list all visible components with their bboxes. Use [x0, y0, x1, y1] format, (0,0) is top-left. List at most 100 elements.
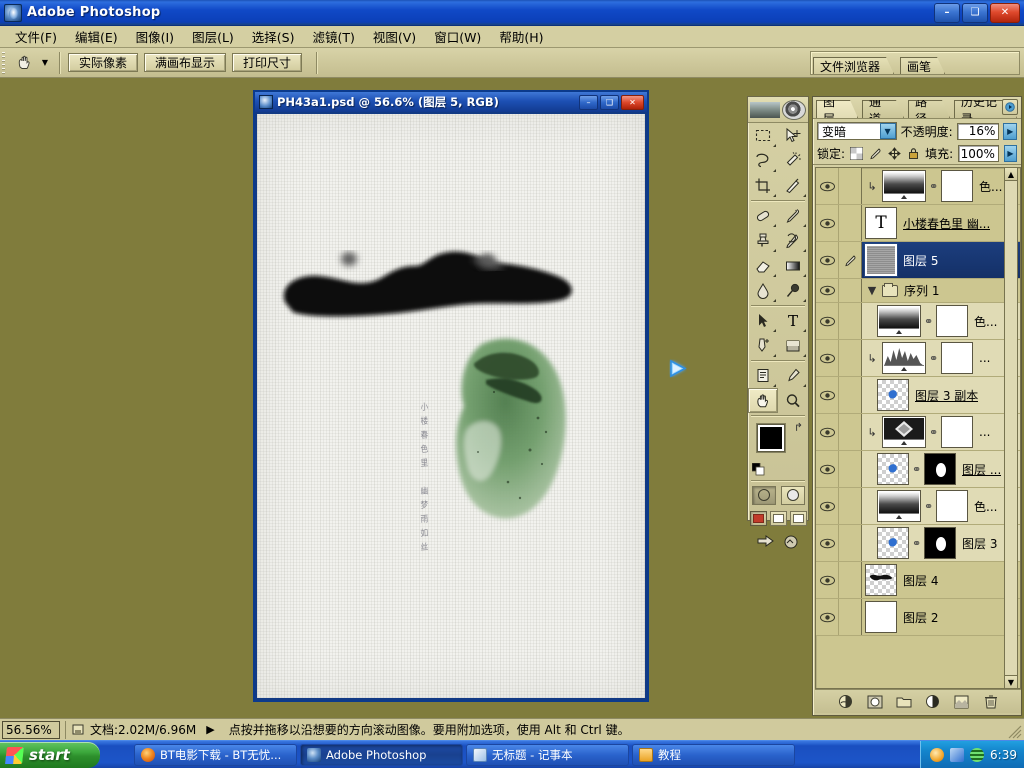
- notes-tool[interactable]: [748, 363, 778, 388]
- layer-visibility-toggle[interactable]: [816, 599, 839, 635]
- mask-link-icon[interactable]: ⚭: [912, 537, 921, 550]
- jump-to-imageready-icon[interactable]: [756, 534, 776, 550]
- mask-link-icon[interactable]: ⚭: [929, 426, 938, 439]
- layer-visibility-toggle[interactable]: [816, 525, 839, 561]
- layer-visibility-toggle[interactable]: [816, 377, 839, 413]
- layer-link-toggle[interactable]: [839, 205, 862, 241]
- menu-item-file[interactable]: 文件(F): [6, 25, 66, 48]
- document-maximize-button[interactable]: ❑: [600, 94, 619, 110]
- table-row[interactable]: ⚭ 图层 3: [816, 525, 1020, 562]
- table-row[interactable]: ⚭ 色...: [816, 303, 1020, 340]
- layer-link-toggle[interactable]: [839, 525, 862, 561]
- layer-thumbnail[interactable]: T: [865, 207, 897, 239]
- scroll-up-button[interactable]: ▲: [1005, 168, 1017, 181]
- layer-mask-thumbnail[interactable]: [936, 305, 968, 337]
- layer-list[interactable]: ↳ ⚭ 色... T 小楼春色里 幽... 图层 5 ▼ 序列 1 ⚭ 色...…: [815, 167, 1021, 689]
- add-layer-mask-button[interactable]: [867, 694, 883, 710]
- clone-stamp-tool[interactable]: [748, 228, 778, 253]
- marquee-tool[interactable]: [748, 123, 778, 148]
- opacity-slider-button[interactable]: ▶: [1003, 122, 1017, 140]
- layer-link-toggle[interactable]: [839, 340, 862, 376]
- taskbar-item-folder[interactable]: 教程: [632, 743, 795, 766]
- swap-colors-icon[interactable]: ↱: [794, 421, 803, 434]
- blur-tool[interactable]: [748, 278, 778, 303]
- menu-item-select[interactable]: 选择(S): [243, 25, 304, 48]
- taskbar-item-photoshop[interactable]: Adobe Photoshop: [300, 743, 463, 766]
- layer-visibility-toggle[interactable]: [816, 303, 839, 339]
- table-row[interactable]: ▼ 序列 1: [816, 279, 1020, 303]
- tab-layers[interactable]: 图层: [816, 100, 858, 118]
- layer-thumbnail[interactable]: [882, 342, 926, 374]
- crop-tool[interactable]: [748, 173, 778, 198]
- brush-tool[interactable]: [778, 203, 808, 228]
- layer-link-toggle[interactable]: [839, 279, 862, 302]
- layer-link-toggle[interactable]: [839, 488, 862, 524]
- network-icon[interactable]: [930, 747, 945, 762]
- menu-item-view[interactable]: 视图(V): [364, 25, 425, 48]
- delete-layer-button[interactable]: [983, 694, 999, 710]
- mask-link-icon[interactable]: ⚭: [912, 463, 921, 476]
- toolbox-header[interactable]: [748, 97, 808, 123]
- layer-mask-thumbnail[interactable]: [941, 416, 973, 448]
- volume-icon[interactable]: [950, 747, 965, 762]
- layer-thumbnail[interactable]: [865, 244, 897, 276]
- path-selection-tool[interactable]: [748, 308, 778, 333]
- menu-item-window[interactable]: 窗口(W): [425, 25, 490, 48]
- layer-thumbnail[interactable]: [877, 379, 909, 411]
- hand-tool[interactable]: [748, 388, 778, 413]
- options-bar-grip[interactable]: [1, 49, 8, 76]
- layer-list-scrollbar[interactable]: ▲ ▼: [1004, 167, 1018, 689]
- new-adjustment-layer-button[interactable]: [925, 694, 941, 710]
- input-method-icon[interactable]: [970, 747, 985, 762]
- layer-style-button[interactable]: [838, 694, 854, 710]
- document-close-button[interactable]: ✕: [621, 94, 644, 110]
- window-close-button[interactable]: ✕: [990, 2, 1020, 23]
- layer-visibility-toggle[interactable]: [816, 168, 839, 204]
- layer-mask-thumbnail[interactable]: [941, 170, 973, 202]
- layer-thumbnail[interactable]: [882, 170, 926, 202]
- dodge-tool[interactable]: [778, 278, 808, 303]
- table-row[interactable]: 图层 4: [816, 562, 1020, 599]
- table-row[interactable]: ↳ ⚭ ...: [816, 340, 1020, 377]
- zoom-tool[interactable]: [778, 388, 808, 413]
- table-row[interactable]: 图层 2: [816, 599, 1020, 636]
- layer-mask-thumbnail[interactable]: [924, 453, 956, 485]
- default-colors-icon[interactable]: [751, 462, 765, 476]
- layer-visibility-toggle[interactable]: [816, 242, 839, 278]
- layer-active-brush-indicator[interactable]: [839, 242, 862, 278]
- fit-on-screen-button[interactable]: 满画布显示: [144, 53, 227, 72]
- chevron-down-icon[interactable]: ▼: [879, 123, 896, 139]
- layer-mask-thumbnail[interactable]: [941, 342, 973, 374]
- layer-visibility-toggle[interactable]: [816, 279, 839, 302]
- tab-paths[interactable]: 路径: [908, 100, 950, 118]
- layer-link-toggle[interactable]: [839, 377, 862, 413]
- lock-transparency-icon[interactable]: [850, 146, 864, 161]
- layer-thumbnail[interactable]: [865, 564, 897, 596]
- layer-thumbnail[interactable]: [877, 453, 909, 485]
- layer-visibility-toggle[interactable]: [816, 562, 839, 598]
- layer-link-toggle[interactable]: [839, 168, 862, 204]
- gradient-tool[interactable]: [778, 253, 808, 278]
- layer-link-toggle[interactable]: [839, 451, 862, 487]
- menu-item-layer[interactable]: 图层(L): [183, 25, 243, 48]
- full-screen-with-menubar-button[interactable]: [769, 510, 787, 526]
- palette-menu-button[interactable]: [1002, 99, 1018, 115]
- table-row[interactable]: ↳ ⚭ 色...: [816, 168, 1020, 205]
- magic-wand-tool[interactable]: [778, 148, 808, 173]
- taskbar-item-notepad[interactable]: 无标题 - 记事本: [466, 743, 629, 766]
- table-row[interactable]: 图层 5: [816, 242, 1020, 279]
- artwork-canvas[interactable]: 小 楼 春 色 里 幽 梦 雨 如 丝: [257, 114, 645, 698]
- menu-item-image[interactable]: 图像(I): [127, 25, 183, 48]
- fill-input[interactable]: 100%: [958, 145, 999, 162]
- palette-tab-file-browser[interactable]: 文件浏览器: [813, 57, 894, 74]
- document-minimize-button[interactable]: –: [579, 94, 598, 110]
- layer-visibility-toggle[interactable]: [816, 488, 839, 524]
- quick-mask-mode-button[interactable]: [780, 485, 805, 505]
- window-maximize-button[interactable]: ❑: [962, 2, 988, 23]
- mask-link-icon[interactable]: ⚭: [929, 352, 938, 365]
- standard-screen-mode-button[interactable]: [749, 510, 767, 526]
- menu-item-edit[interactable]: 编辑(E): [66, 25, 127, 48]
- resize-grip-icon[interactable]: [1008, 725, 1022, 739]
- full-screen-mode-button[interactable]: [789, 510, 807, 526]
- layer-visibility-toggle[interactable]: [816, 205, 839, 241]
